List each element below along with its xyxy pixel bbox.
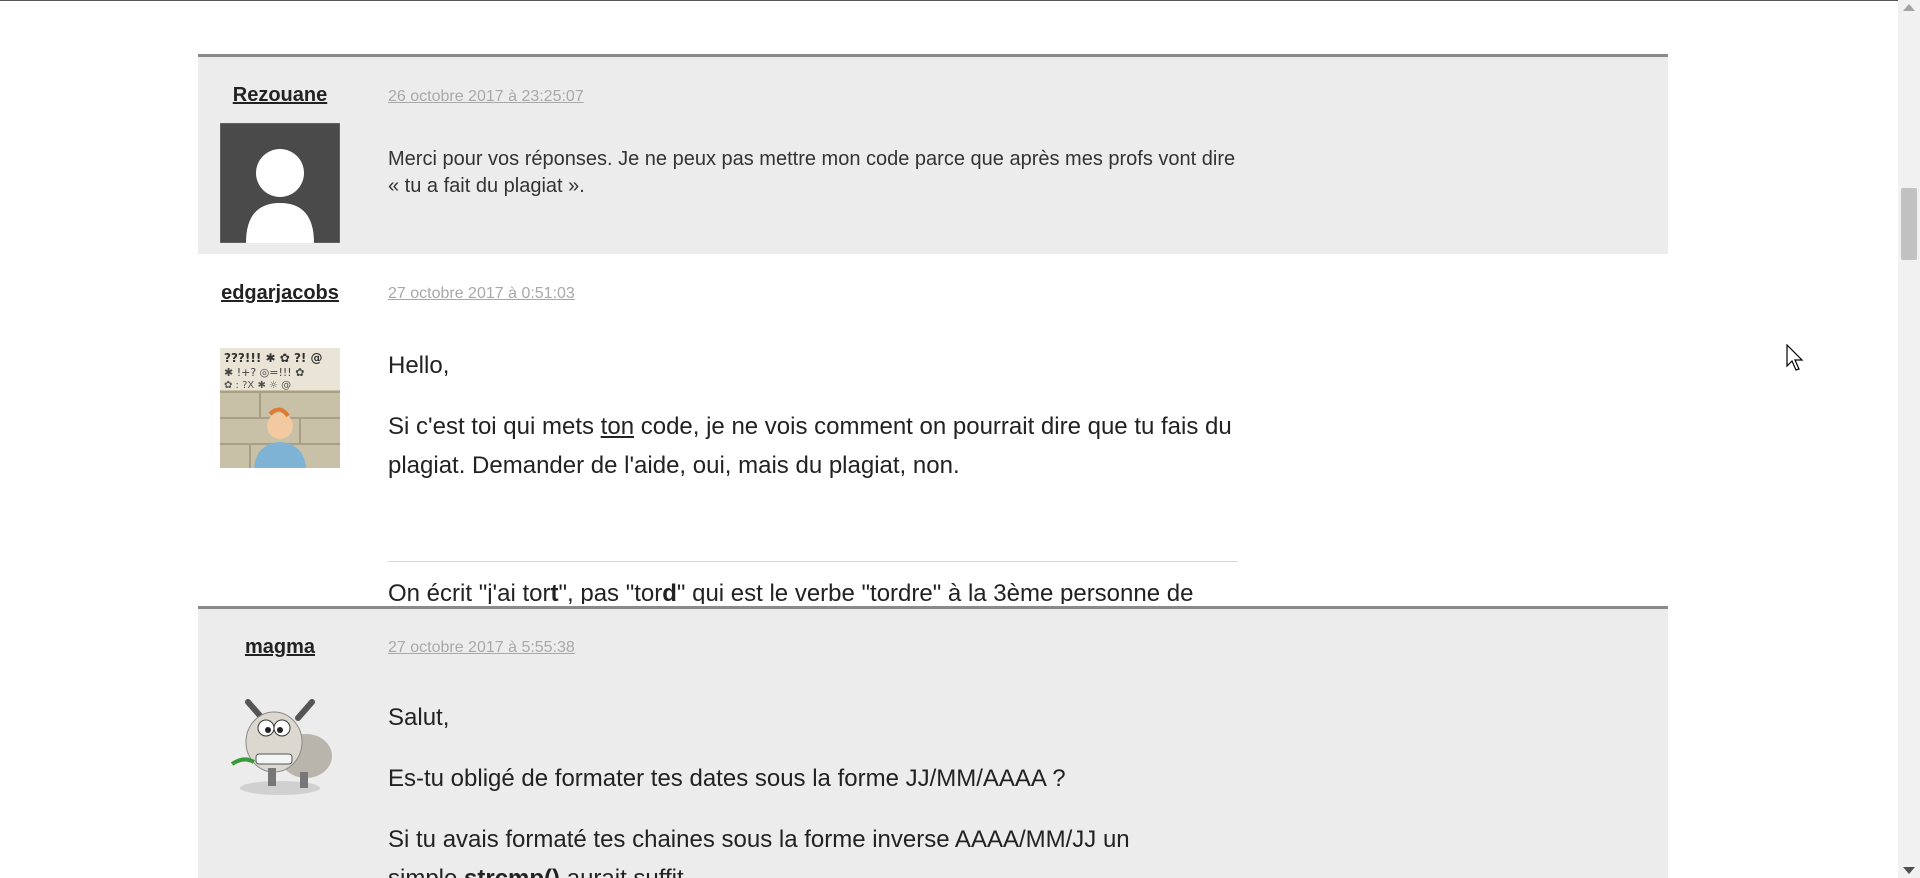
author-link[interactable]: Rezouane — [220, 82, 340, 109]
author-link[interactable]: edgarjacobs — [220, 280, 340, 307]
post-author: Rezouane — [220, 82, 340, 109]
mouse-pointer-icon — [1786, 344, 1804, 371]
author-link[interactable]: magma — [220, 634, 340, 661]
scroll-down-arrow-icon[interactable] — [1903, 867, 1915, 874]
code-text: strcmp() — [464, 865, 560, 878]
post-divider — [198, 606, 1668, 609]
forum-post: edgarjacobs ???!!! ✱ ✿ ?! @ ✱ !+? ◎=!!! … — [198, 254, 1668, 604]
tintin-avatar-icon: ???!!! ✱ ✿ ?! @ ✱ !+? ◎=!!! ✿ ✿ : ?X ✱ ☼… — [220, 348, 340, 468]
avatar[interactable] — [219, 122, 341, 244]
text-run: simple — [388, 865, 464, 878]
post-author: edgarjacobs — [220, 280, 340, 307]
text-run: Si c'est toi qui mets — [388, 413, 601, 440]
post-body: Salut, Es-tu obligé de formater tes date… — [388, 698, 1238, 878]
post-divider — [198, 54, 1668, 57]
default-user-avatar-icon — [219, 122, 341, 244]
post-signature: On écrit "j'ai tort", pas "tord" qui est… — [388, 574, 1238, 604]
text-run: On écrit "j'ai tor — [388, 580, 551, 604]
post-date-link[interactable]: 26 octobre 2017 à 23:25:07 — [388, 87, 584, 107]
text-run: ", pas "tor — [558, 580, 663, 604]
text-run: aurait suffit — [560, 865, 684, 878]
scrollbar-thumb[interactable] — [1901, 188, 1917, 260]
post-paragraph: Si tu avais formaté tes chaines sous la … — [388, 820, 1238, 878]
forum-post: magma 27 octobre 2017 à 5:55:38 Salut, E… — [198, 606, 1668, 878]
post-author: magma — [220, 634, 340, 661]
post-body: Merci pour vos réponses. Je ne peux pas … — [388, 146, 1238, 200]
text-run: Si tu avais formaté tes chaines sous la … — [388, 826, 1130, 853]
donkey-avatar-icon — [230, 699, 332, 795]
post-date-link[interactable]: 27 octobre 2017 à 5:55:38 — [388, 638, 575, 658]
post-paragraph: Si c'est toi qui mets ton code, je ne vo… — [388, 407, 1238, 485]
page-top-border — [0, 0, 1898, 1]
post-greeting: Hello, — [388, 352, 450, 379]
vertical-scrollbar[interactable] — [1898, 0, 1920, 878]
forum-thread: Rezouane 26 octobre 2017 à 23:25:07 Merc… — [0, 0, 1898, 878]
forum-post: Rezouane 26 octobre 2017 à 23:25:07 Merc… — [198, 54, 1668, 256]
scroll-up-arrow-icon[interactable] — [1903, 4, 1915, 11]
post-text: Merci pour vos réponses. Je ne peux pas … — [388, 148, 1236, 197]
signature-separator — [388, 561, 1238, 562]
svg-text:???!!! ✱ ✿ ?! @: ???!!! ✱ ✿ ?! @ — [224, 351, 323, 365]
post-date-link[interactable]: 27 octobre 2017 à 0:51:03 — [388, 284, 575, 304]
text-run: " qui est le verbe "tordre" à la 3ème pe… — [676, 580, 1194, 604]
avatar[interactable] — [220, 684, 340, 804]
underlined-text: ton — [600, 413, 635, 440]
post-body: Hello, Si c'est toi qui mets ton code, j… — [388, 346, 1238, 507]
post-greeting: Salut, — [388, 704, 450, 731]
post-paragraph: Es-tu obligé de formater tes dates sous … — [388, 765, 1066, 792]
svg-text:✿ : ?X ✱ ☼ @: ✿ : ?X ✱ ☼ @ — [224, 380, 291, 391]
bold-text: d — [662, 580, 677, 604]
avatar[interactable]: ???!!! ✱ ✿ ?! @ ✱ !+? ◎=!!! ✿ ✿ : ?X ✱ ☼… — [220, 348, 340, 468]
svg-text:✱ !+? ◎=!!! ✿: ✱ !+? ◎=!!! ✿ — [224, 366, 304, 379]
